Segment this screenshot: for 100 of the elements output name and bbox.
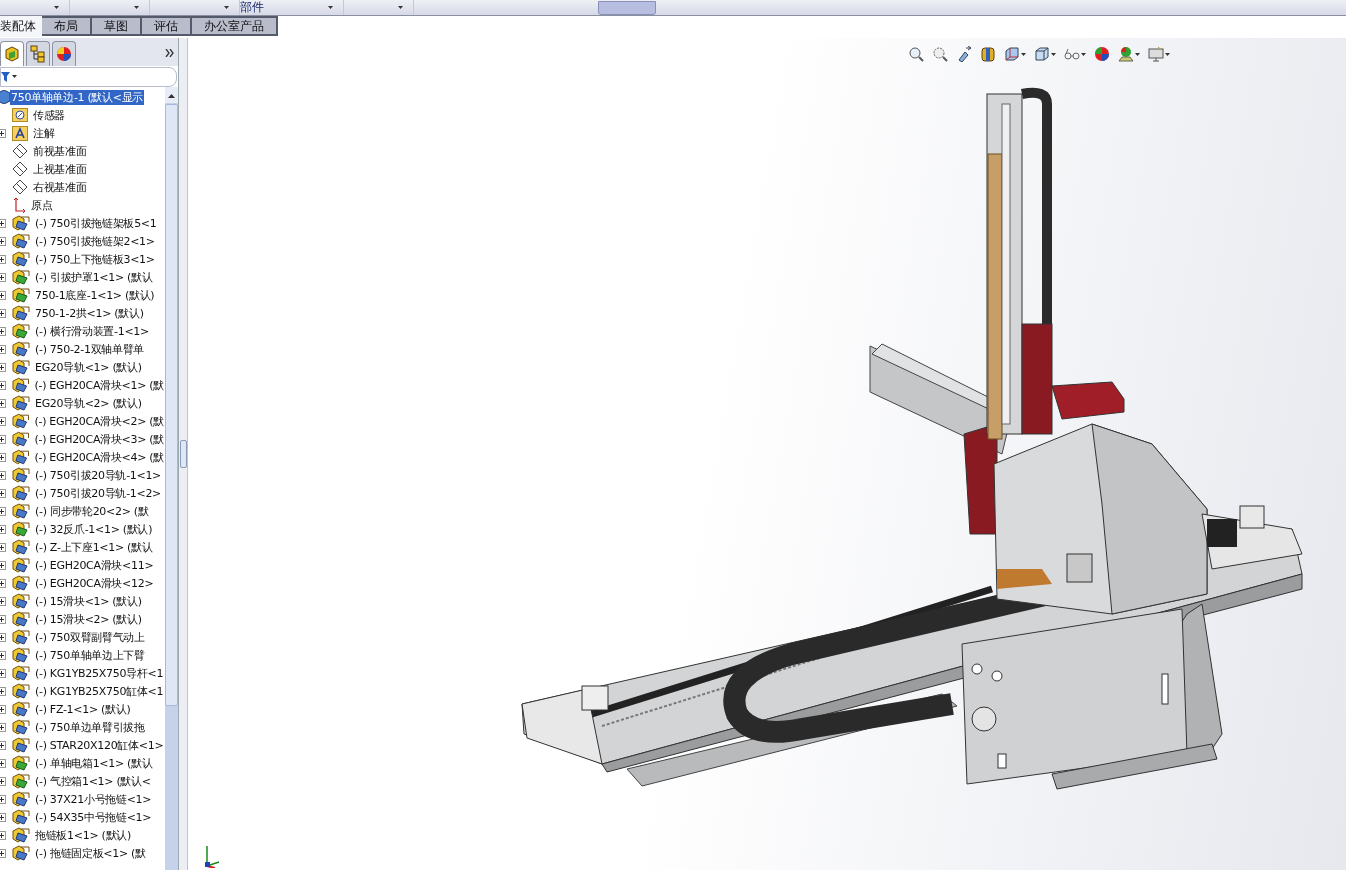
- expand-icon[interactable]: [0, 776, 6, 786]
- expand-icon[interactable]: [0, 614, 6, 624]
- panel-tab[interactable]: [26, 41, 50, 66]
- tree-item[interactable]: (-) 32反爪-1<1> (默认): [34, 521, 154, 537]
- expand-icon[interactable]: [0, 704, 6, 714]
- tree-item[interactable]: 750-1底座-1<1> (默认): [34, 287, 156, 303]
- tree-item[interactable]: (-) 750单轴单边上下臂: [34, 647, 146, 663]
- tree-root-item[interactable]: 750单轴单边-1 (默认<显示: [10, 89, 145, 105]
- expand-icon[interactable]: [0, 362, 6, 372]
- tree-item[interactable]: (-) EGH20CA滑块<2> (默: [33, 413, 165, 429]
- view-toolbar-button[interactable]: [906, 44, 926, 64]
- tree-item[interactable]: (-) FZ-1<1> (默认): [34, 701, 132, 717]
- expand-icon[interactable]: [0, 650, 6, 660]
- expand-icon[interactable]: [0, 812, 6, 822]
- panel-collapse-handle[interactable]: [179, 440, 187, 468]
- expand-icon[interactable]: [0, 506, 6, 516]
- tree-item[interactable]: (-) 750引拔20导轨-1<2>: [34, 485, 163, 501]
- expand-icon[interactable]: [0, 398, 6, 408]
- tree-item[interactable]: (-) KG1YB25X750缸体<1: [34, 683, 165, 699]
- tree-item[interactable]: (-) 750上下拖链板3<1>: [34, 251, 156, 267]
- expand-icon[interactable]: [0, 380, 6, 390]
- tree-item[interactable]: (-) 750单边单臂引拔拖: [34, 719, 146, 735]
- tree-item[interactable]: (-) EGH20CA滑块<11>: [34, 557, 155, 573]
- expand-icon[interactable]: [0, 740, 6, 750]
- expand-icon[interactable]: [0, 344, 6, 354]
- command-tab[interactable]: 装配体: [0, 16, 42, 37]
- tree-item[interactable]: (-) STAR20X120缸体<1>: [34, 737, 165, 753]
- view-toolbar-button[interactable]: [1032, 44, 1058, 64]
- tree-item[interactable]: 拖链板1<1> (默认): [34, 827, 132, 843]
- tree-item[interactable]: (-) 750引拔拖链架板5<1: [34, 215, 158, 231]
- tree-item[interactable]: (-) 750引拔20导轨-1<1>: [34, 467, 163, 483]
- view-toolbar-button[interactable]: [930, 44, 950, 64]
- command-tab[interactable]: 评估: [142, 16, 192, 36]
- expand-icon[interactable]: [0, 722, 6, 732]
- expand-icon[interactable]: [0, 758, 6, 768]
- scroll-up-button[interactable]: [165, 87, 178, 103]
- expand-icon[interactable]: [0, 524, 6, 534]
- filter-field[interactable]: [0, 67, 177, 87]
- panel-tab[interactable]: [52, 41, 76, 66]
- tree-item[interactable]: (-) 引拔护罩1<1> (默认: [34, 269, 154, 285]
- tree-item[interactable]: (-) 750引拔拖链架2<1>: [34, 233, 156, 249]
- expand-icon[interactable]: [0, 632, 6, 642]
- tree-item[interactable]: 右视基准面: [32, 179, 88, 195]
- expand-icon[interactable]: [0, 128, 6, 138]
- tree-item[interactable]: 前视基准面: [32, 143, 88, 159]
- expand-icon[interactable]: [0, 308, 6, 318]
- tree-item[interactable]: (-) EGH20CA滑块<12>: [34, 575, 155, 591]
- expand-icon[interactable]: [0, 686, 6, 696]
- expand-icon[interactable]: [0, 578, 6, 588]
- expand-chevron-icon[interactable]: [165, 49, 174, 57]
- tree-item[interactable]: 注解: [32, 125, 56, 141]
- expand-icon[interactable]: [0, 830, 6, 840]
- tree-item[interactable]: (-) EGH20CA滑块<3> (默: [33, 431, 165, 447]
- tree-item[interactable]: 上视基准面: [32, 161, 88, 177]
- expand-icon[interactable]: [0, 434, 6, 444]
- tree-item[interactable]: (-) Z-上下座1<1> (默认: [34, 539, 154, 555]
- tree-item[interactable]: (-) 15滑块<1> (默认): [34, 593, 143, 609]
- expand-icon[interactable]: [0, 290, 6, 300]
- tree-item[interactable]: 原点: [30, 197, 54, 213]
- tree-item[interactable]: (-) 横行滑动装置-1<1>: [34, 323, 150, 339]
- tree-item[interactable]: (-) 气控箱1<1> (默认<: [34, 773, 152, 789]
- ribbon-button[interactable]: [598, 0, 656, 15]
- command-tab[interactable]: 草图: [92, 16, 142, 36]
- tree-item[interactable]: (-) 15滑块<2> (默认): [34, 611, 143, 627]
- command-tab[interactable]: 办公室产品: [192, 16, 278, 36]
- tree-item[interactable]: (-) 单轴电箱1<1> (默认: [34, 755, 154, 771]
- tree-item[interactable]: (-) EGH20CA滑块<1> (默: [33, 377, 165, 393]
- expand-icon[interactable]: [0, 218, 6, 228]
- tree-item[interactable]: (-) EGH20CA滑块<4> (默: [33, 449, 165, 465]
- expand-icon[interactable]: [0, 470, 6, 480]
- expand-icon[interactable]: [0, 596, 6, 606]
- expand-icon[interactable]: [0, 236, 6, 246]
- tree-item[interactable]: 750-1-2拱<1> (默认): [34, 305, 145, 321]
- expand-icon[interactable]: [0, 254, 6, 264]
- tree-item[interactable]: (-) KG1YB25X750导杆<1: [34, 665, 165, 681]
- tree-item[interactable]: 传感器: [32, 107, 67, 123]
- expand-icon[interactable]: [0, 488, 6, 498]
- expand-icon[interactable]: [0, 794, 6, 804]
- expand-icon[interactable]: [0, 326, 6, 336]
- tree-item[interactable]: (-) 54X35中号拖链<1>: [34, 809, 153, 825]
- command-tab[interactable]: 布局: [42, 16, 92, 36]
- view-toolbar-button[interactable]: [1146, 44, 1172, 64]
- expand-icon[interactable]: [0, 668, 6, 678]
- expand-icon[interactable]: [0, 272, 6, 282]
- tree-item[interactable]: EG20导轨<2> (默认): [34, 395, 143, 411]
- expand-icon[interactable]: [0, 848, 6, 858]
- expand-icon[interactable]: [0, 542, 6, 552]
- tree-item[interactable]: (-) 同步带轮20<2> (默: [34, 503, 150, 519]
- expand-icon[interactable]: [0, 416, 6, 426]
- panel-tab[interactable]: [0, 41, 24, 66]
- view-toolbar-button[interactable]: [1002, 44, 1028, 64]
- view-toolbar-button[interactable]: [1116, 44, 1142, 64]
- tree-item[interactable]: (-) 750-2-1双轴单臂单: [34, 341, 146, 357]
- tree-item[interactable]: EG20导轨<1> (默认): [34, 359, 143, 375]
- expand-icon[interactable]: [0, 452, 6, 462]
- view-toolbar-button[interactable]: [1092, 44, 1112, 64]
- expand-icon[interactable]: [0, 560, 6, 570]
- tree-item[interactable]: (-) 37X21小号拖链<1>: [34, 791, 153, 807]
- tree-item[interactable]: (-) 拖链固定板<1> (默: [34, 845, 147, 861]
- tree-item[interactable]: (-) 750双臂副臂气动上: [34, 629, 146, 645]
